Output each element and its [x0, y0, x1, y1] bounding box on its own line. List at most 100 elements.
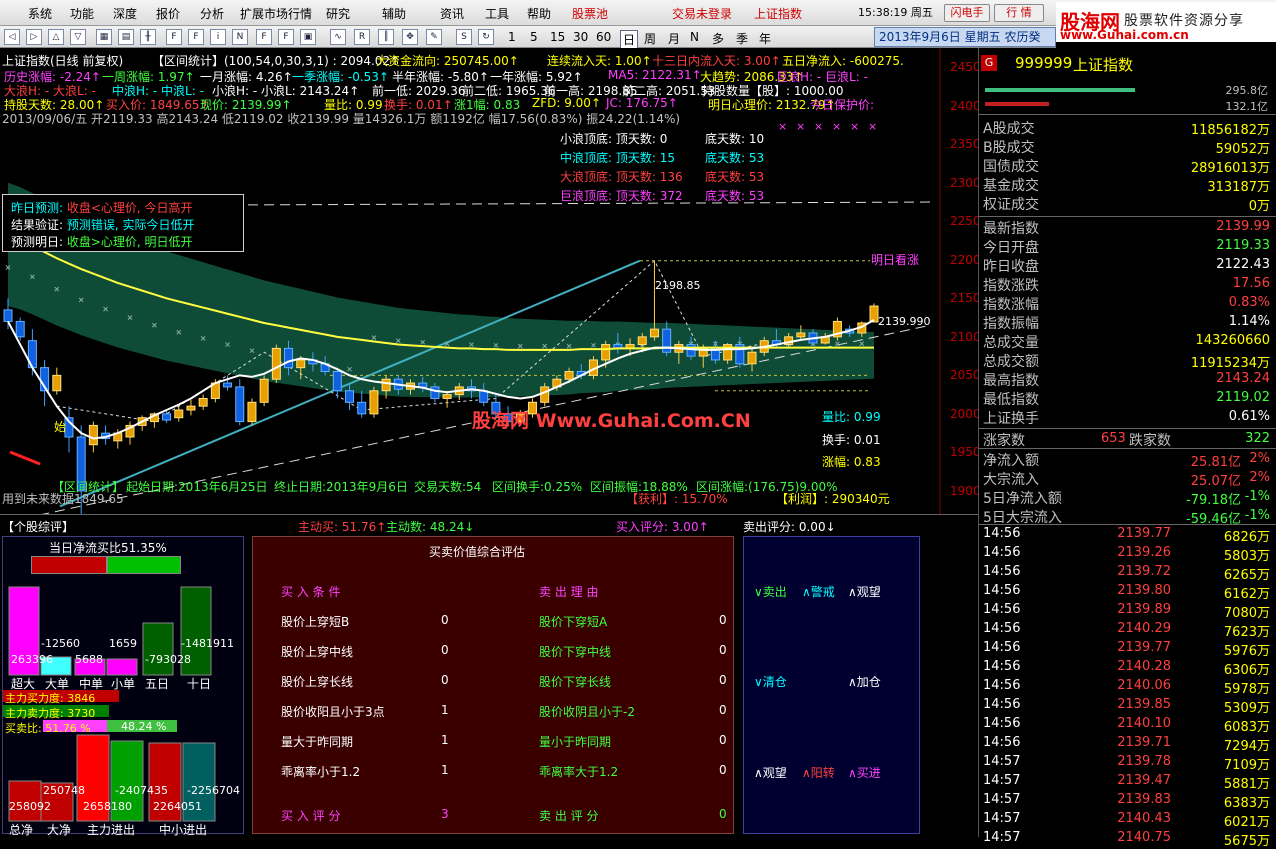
menu-news[interactable]: 资讯 [440, 5, 464, 22]
menu-quote[interactable]: 报价 [156, 5, 180, 22]
tick-volume: 5675万 [1223, 834, 1270, 849]
candle-body [223, 382, 233, 388]
period-60min[interactable]: 60 [596, 30, 611, 44]
candle [186, 400, 196, 416]
star-marker: × [868, 120, 877, 133]
stat-label: 基金成交 [983, 178, 1039, 194]
stat-value: 11915234万 [1190, 356, 1270, 371]
menu-extended-market[interactable]: 扩展市场行情 [240, 5, 312, 22]
period-30min[interactable]: 30 [573, 30, 588, 44]
predict-key: 预测明日: [11, 235, 64, 249]
sell-reason-value: 0 [719, 703, 727, 717]
tick-price: 2139.72 [1117, 564, 1171, 579]
trend-icon[interactable]: ∿ [330, 29, 346, 45]
down-icon[interactable]: ▽ [70, 29, 86, 45]
grid-icon[interactable]: ▦ [96, 29, 112, 45]
period-15min[interactable]: 15 [550, 30, 565, 44]
fm-icon[interactable]: F [278, 29, 294, 45]
net-value-zx-out: -2256704 [187, 784, 240, 797]
candle-body [247, 401, 257, 423]
info-icon[interactable]: i [210, 29, 226, 45]
back-icon[interactable]: ◁ [4, 29, 20, 45]
menu-index-name[interactable]: 上证指数 [754, 5, 802, 22]
candle-body [162, 413, 172, 421]
period-multi[interactable]: 多 [712, 30, 724, 47]
advancers-count: 653 [1101, 431, 1126, 446]
buy-sell-ratio: 买卖比: 51.76 % [5, 722, 91, 735]
menu-depth[interactable]: 深度 [113, 5, 137, 22]
period-month[interactable]: 月 [668, 30, 680, 47]
stat-label: 指数涨跌 [983, 278, 1039, 294]
trade-login-status[interactable]: 交易未登录 [672, 5, 732, 22]
tick-time: 14:56 [983, 678, 1021, 693]
kline-chart[interactable]: × × × × × × 上证指数(日线 前复权) 【区间统计】(100,54,0,30,3,… [0, 48, 978, 514]
turnover-rate: 换手: 0.01 [822, 433, 881, 447]
menu-stock-pool[interactable]: 股票池 [572, 5, 608, 22]
candle [235, 379, 245, 426]
fund-flow-panel: 当日净流买比51.35% 263396 -12560 5688 1659 -79… [2, 536, 244, 837]
rsi-icon[interactable]: R [354, 29, 370, 45]
buy-score-label: 买 入 评 分 [281, 809, 341, 823]
candle-body [296, 359, 306, 369]
prediction-box: 昨日预测: 收盘<心理价, 今日高开 结果验证: 预测错误, 实际今日低开 预测… [2, 194, 244, 252]
candle-body [796, 332, 806, 338]
tick-volume: 5309万 [1223, 701, 1270, 716]
indicator-value: 五日净流入: -600275. [782, 54, 904, 68]
period-5min[interactable]: 5 [530, 30, 538, 44]
indicator-value: 今日保护价: [810, 98, 875, 112]
up-icon[interactable]: △ [48, 29, 64, 45]
menu-tools[interactable]: 工具 [485, 5, 509, 22]
candle-body [601, 344, 611, 361]
menu-analysis[interactable]: 分析 [200, 5, 224, 22]
buy-arrow [9, 450, 41, 466]
menu-assist[interactable]: 辅助 [382, 5, 406, 22]
menu-help[interactable]: 帮助 [527, 5, 551, 22]
layout-icon[interactable]: ▣ [300, 29, 316, 45]
tick-volume: 6083万 [1223, 720, 1270, 735]
star-marker: × [832, 120, 841, 133]
period-week[interactable]: 周 [644, 30, 656, 47]
kline-icon[interactable]: ╫ [140, 29, 156, 45]
menu-system[interactable]: 系统 [28, 5, 52, 22]
period-quarter[interactable]: 季 [736, 30, 748, 47]
tick-time: 14:56 [983, 735, 1021, 750]
flow-label-wuri: 五日 [145, 677, 170, 691]
tick-time: 14:57 [983, 773, 1021, 788]
menu-research[interactable]: 研究 [326, 5, 350, 22]
candle-body [3, 309, 13, 322]
y-tick-label: 1900 [950, 483, 978, 498]
quote-button[interactable]: 行 情 [994, 4, 1044, 22]
fa-icon[interactable]: F [188, 29, 204, 45]
s-icon[interactable]: S [456, 29, 472, 45]
period-1min[interactable]: 1 [508, 30, 516, 44]
buy-condition: 股价收阳且小于3点 [281, 705, 385, 719]
menu-function[interactable]: 功能 [70, 5, 94, 22]
stat-value: 0.83% [1228, 295, 1270, 310]
period-year[interactable]: 年 [759, 30, 771, 47]
net-value-dajing: 250748 [43, 784, 85, 797]
net-label-dajing: 大净 [47, 823, 72, 837]
outflow-bar-value: 132.1亿 [1225, 100, 1269, 113]
stat-value: 2122.43 [1216, 257, 1270, 272]
refresh-icon[interactable]: ↻ [478, 29, 494, 45]
wave-bottom: 底天数: 10 [705, 132, 765, 146]
stock-review-tab[interactable]: 【个股综评】 [2, 518, 74, 535]
bars-icon[interactable]: ║ [378, 29, 394, 45]
f10-icon[interactable]: F [166, 29, 182, 45]
flash-trade-button[interactable]: 闪电手 [944, 4, 990, 22]
fz-icon[interactable]: F [256, 29, 272, 45]
flow-label: 净流入额 [983, 453, 1039, 469]
news-icon[interactable]: N [232, 29, 248, 45]
forward-icon[interactable]: ▷ [26, 29, 42, 45]
pencil-icon[interactable]: ✎ [426, 29, 442, 45]
sell-score-label: 卖 出 评 分 [539, 809, 599, 823]
candle [332, 367, 342, 399]
period-n[interactable]: N [690, 30, 699, 44]
main-sell-strength: 主力卖力度: 3730 [5, 707, 96, 720]
advice-turn-positive: ∧阳转 [802, 766, 835, 780]
period-day[interactable]: 日 [620, 30, 639, 49]
chart-icon[interactable]: ▤ [118, 29, 134, 45]
move-icon[interactable]: ✥ [402, 29, 418, 45]
y-tick-label: 1950 [950, 445, 978, 460]
stat-label: 指数涨幅 [983, 297, 1039, 313]
